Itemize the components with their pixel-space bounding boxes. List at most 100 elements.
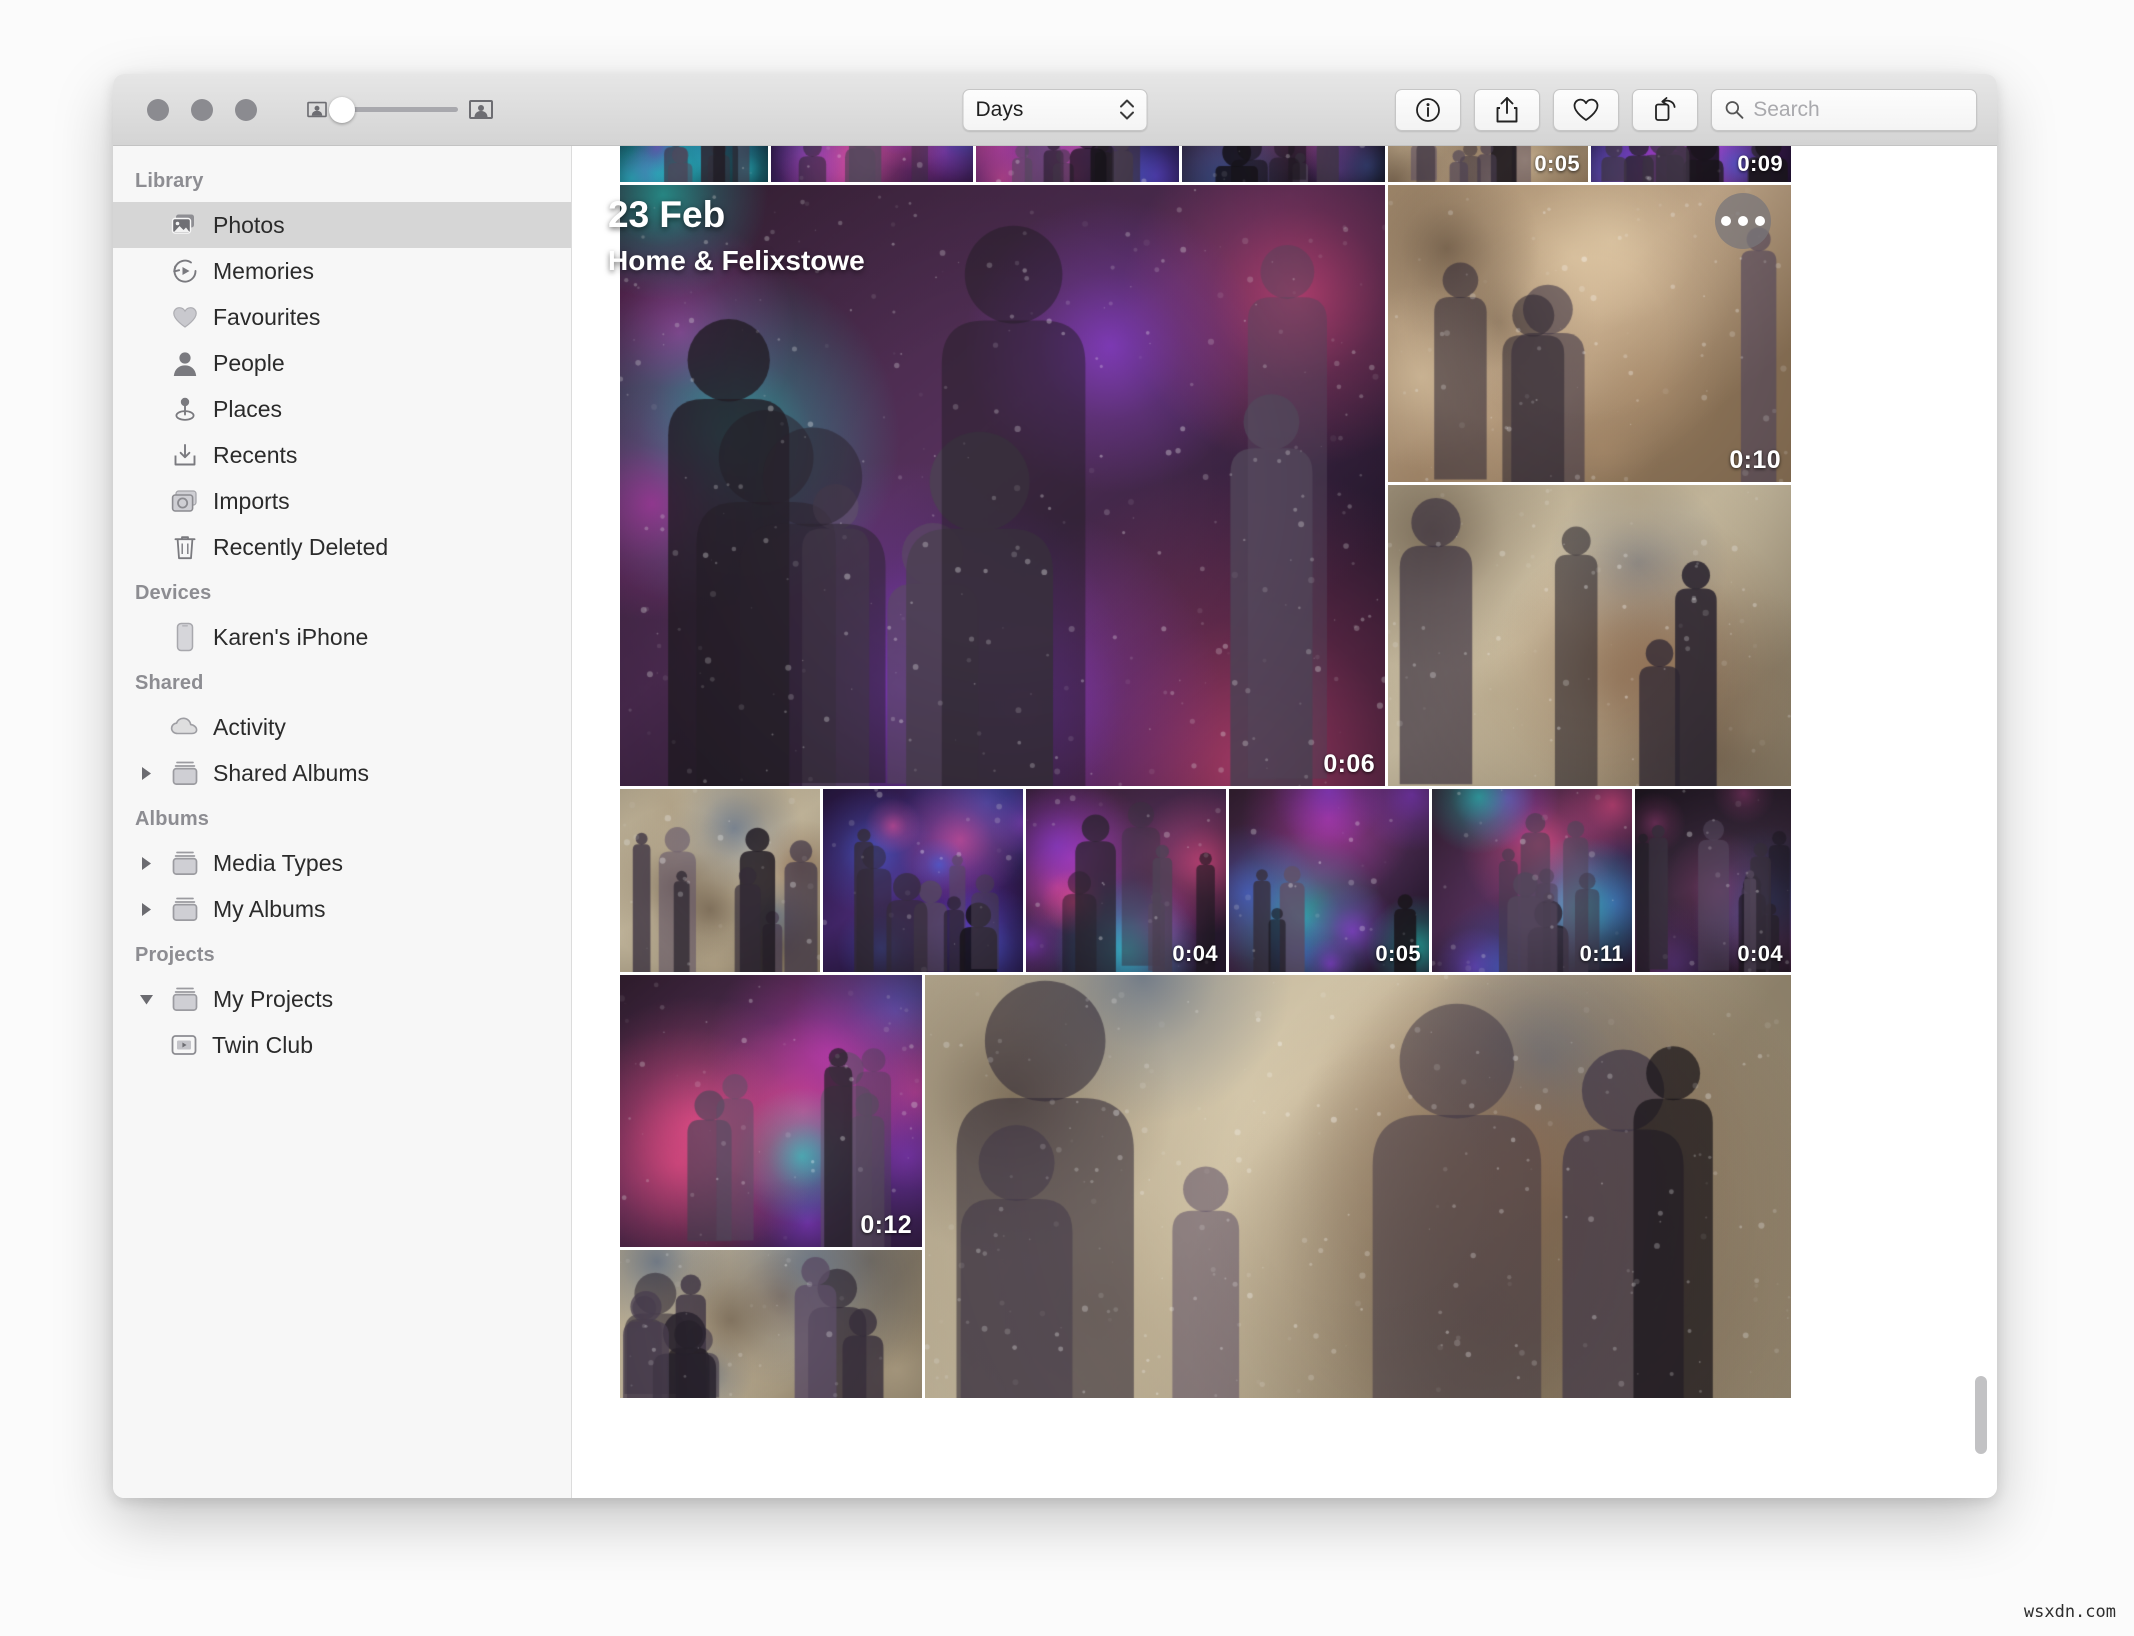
folder-icon: [170, 848, 200, 878]
info-circle-icon: [1416, 97, 1440, 122]
sidebar-item-favourites[interactable]: Favourites: [113, 294, 571, 340]
camera-icon: [170, 486, 200, 516]
photo-image: [620, 975, 922, 1247]
photo-grid[interactable]: 0:05 0:09 0:06 0:10 0:04 0:05 0:11 0:04 0:12: [620, 146, 1997, 1498]
folder-icon: [170, 894, 200, 924]
photo-grid-area[interactable]: 0:05 0:09 0:06 0:10 0:04 0:05 0:11 0:04 0:12 23 …: [572, 146, 1997, 1498]
slideshow-icon: [169, 1030, 199, 1060]
disclosure-down-icon[interactable]: [135, 992, 157, 1007]
folder-icon: [170, 758, 200, 788]
sidebar-item-places[interactable]: Places: [113, 386, 571, 432]
slider-knob[interactable]: [329, 96, 355, 123]
disclosure-right-icon[interactable]: [135, 901, 157, 918]
sidebar-item-media-types[interactable]: Media Types: [113, 840, 571, 886]
disclosure-right-icon[interactable]: [135, 855, 157, 872]
trash-icon: [170, 532, 200, 562]
photo-thumbnail[interactable]: 0:04: [1026, 789, 1226, 972]
photo-thumbnail[interactable]: 0:05: [1229, 789, 1429, 972]
sidebar-item-label: Media Types: [213, 849, 343, 876]
sidebar-item-recently-deleted[interactable]: Recently Deleted: [113, 524, 571, 570]
photo-small-icon: [307, 101, 327, 118]
photo-thumbnail[interactable]: 0:04: [1635, 789, 1791, 972]
sidebar-item-label: Memories: [213, 257, 314, 284]
photo-image: [1388, 485, 1791, 786]
photo-image: [771, 146, 973, 182]
sidebar-item-label: Photos: [213, 211, 285, 238]
vertical-scrollbar[interactable]: [1975, 1376, 1987, 1454]
sidebar-item-imports[interactable]: Imports: [113, 478, 571, 524]
site-watermark: wsxdn.com: [2023, 1602, 2116, 1622]
sidebar-item-karen-s-iphone[interactable]: Karen's iPhone: [113, 614, 571, 660]
video-duration-badge: 0:04: [1737, 941, 1783, 966]
sidebar-item-recents[interactable]: Recents: [113, 432, 571, 478]
view-mode-popup[interactable]: Days: [962, 88, 1148, 131]
sidebar-item-memories[interactable]: Memories: [113, 248, 571, 294]
photo-image: [620, 789, 820, 972]
sidebar-item-label: Imports: [213, 487, 290, 514]
sidebar-item-label: Favourites: [213, 303, 321, 330]
sidebar-item-activity[interactable]: Activity: [113, 704, 571, 750]
more-options-button[interactable]: [1715, 193, 1771, 249]
photo-thumbnail[interactable]: 0:06: [620, 185, 1385, 786]
sidebar-section-title: Projects: [135, 944, 215, 966]
sidebar-item-label: Recently Deleted: [213, 533, 389, 560]
sidebar-item-shared-albums[interactable]: Shared Albums: [113, 750, 571, 796]
sidebar-item-my-albums[interactable]: My Albums: [113, 886, 571, 932]
photo-thumbnail[interactable]: [1182, 146, 1385, 182]
photo-thumbnail[interactable]: [771, 146, 973, 182]
folder-icon: [170, 984, 200, 1014]
photo-image: [620, 1250, 922, 1398]
zoom-button[interactable]: [235, 98, 257, 121]
photo-thumbnail[interactable]: [620, 146, 768, 182]
photo-thumbnail[interactable]: [925, 975, 1791, 1398]
sidebar-item-label: Shared Albums: [213, 759, 369, 786]
photo-thumbnail[interactable]: [823, 789, 1023, 972]
photos-icon: [170, 210, 200, 240]
photo-thumbnail[interactable]: 0:05: [1388, 146, 1588, 182]
photo-thumbnail[interactable]: 0:11: [1432, 789, 1632, 972]
minimize-button[interactable]: [191, 98, 213, 121]
iphone-icon: [170, 622, 200, 652]
sidebar-item-label: My Albums: [213, 895, 326, 922]
person-icon: [170, 348, 200, 378]
thumbnail-size-slider[interactable]: [305, 96, 493, 123]
sidebar[interactable]: Library Photos Memories Favourites People Pla…: [113, 146, 572, 1498]
close-button[interactable]: [147, 98, 169, 121]
photo-thumbnail[interactable]: 0:09: [1591, 146, 1791, 182]
memories-icon: [170, 256, 200, 286]
photo-thumbnail[interactable]: [1388, 485, 1791, 786]
info-button[interactable]: [1395, 88, 1461, 131]
photo-thumbnail[interactable]: [976, 146, 1179, 182]
sidebar-item-photos[interactable]: Photos: [113, 202, 571, 248]
search-input[interactable]: [1753, 97, 1964, 122]
sidebar-item-twin-club[interactable]: Twin Club: [113, 1022, 571, 1068]
ellipsis-dot: [1755, 216, 1765, 226]
download-tray-icon: [170, 440, 200, 470]
photo-image: [620, 185, 1385, 786]
search-field[interactable]: [1711, 88, 1977, 131]
sidebar-item-label: Karen's iPhone: [213, 623, 369, 650]
disclosure-right-icon[interactable]: [135, 765, 157, 782]
photo-thumbnail[interactable]: [620, 789, 820, 972]
slider-track[interactable]: [329, 96, 458, 123]
sidebar-item-my-projects[interactable]: My Projects: [113, 976, 571, 1022]
rotate-button[interactable]: [1632, 88, 1698, 131]
share-button[interactable]: [1474, 88, 1540, 131]
photos-window: Days Search Library Photos Memories Favo…: [113, 74, 1997, 1498]
video-duration-badge: 0:09: [1737, 151, 1783, 176]
sidebar-item-label: Twin Club: [212, 1031, 313, 1058]
sidebar-section-title: Albums: [135, 808, 209, 830]
video-duration-badge: 0:05: [1375, 941, 1421, 966]
sidebar-item-people[interactable]: People: [113, 340, 571, 386]
rotate-icon: [1654, 97, 1675, 121]
favourite-button[interactable]: [1553, 88, 1619, 131]
video-duration-badge: 0:12: [860, 1211, 912, 1239]
photo-thumbnail[interactable]: 0:12: [620, 975, 922, 1247]
sidebar-item-label: My Projects: [213, 985, 334, 1012]
ellipsis-dot: [1721, 216, 1731, 226]
window-body: Library Photos Memories Favourites People Pla…: [113, 146, 1997, 1498]
photo-thumbnail[interactable]: [620, 1250, 922, 1398]
photo-image: [1182, 146, 1385, 182]
photo-image: [620, 146, 768, 182]
sidebar-section-title: Devices: [135, 582, 212, 604]
